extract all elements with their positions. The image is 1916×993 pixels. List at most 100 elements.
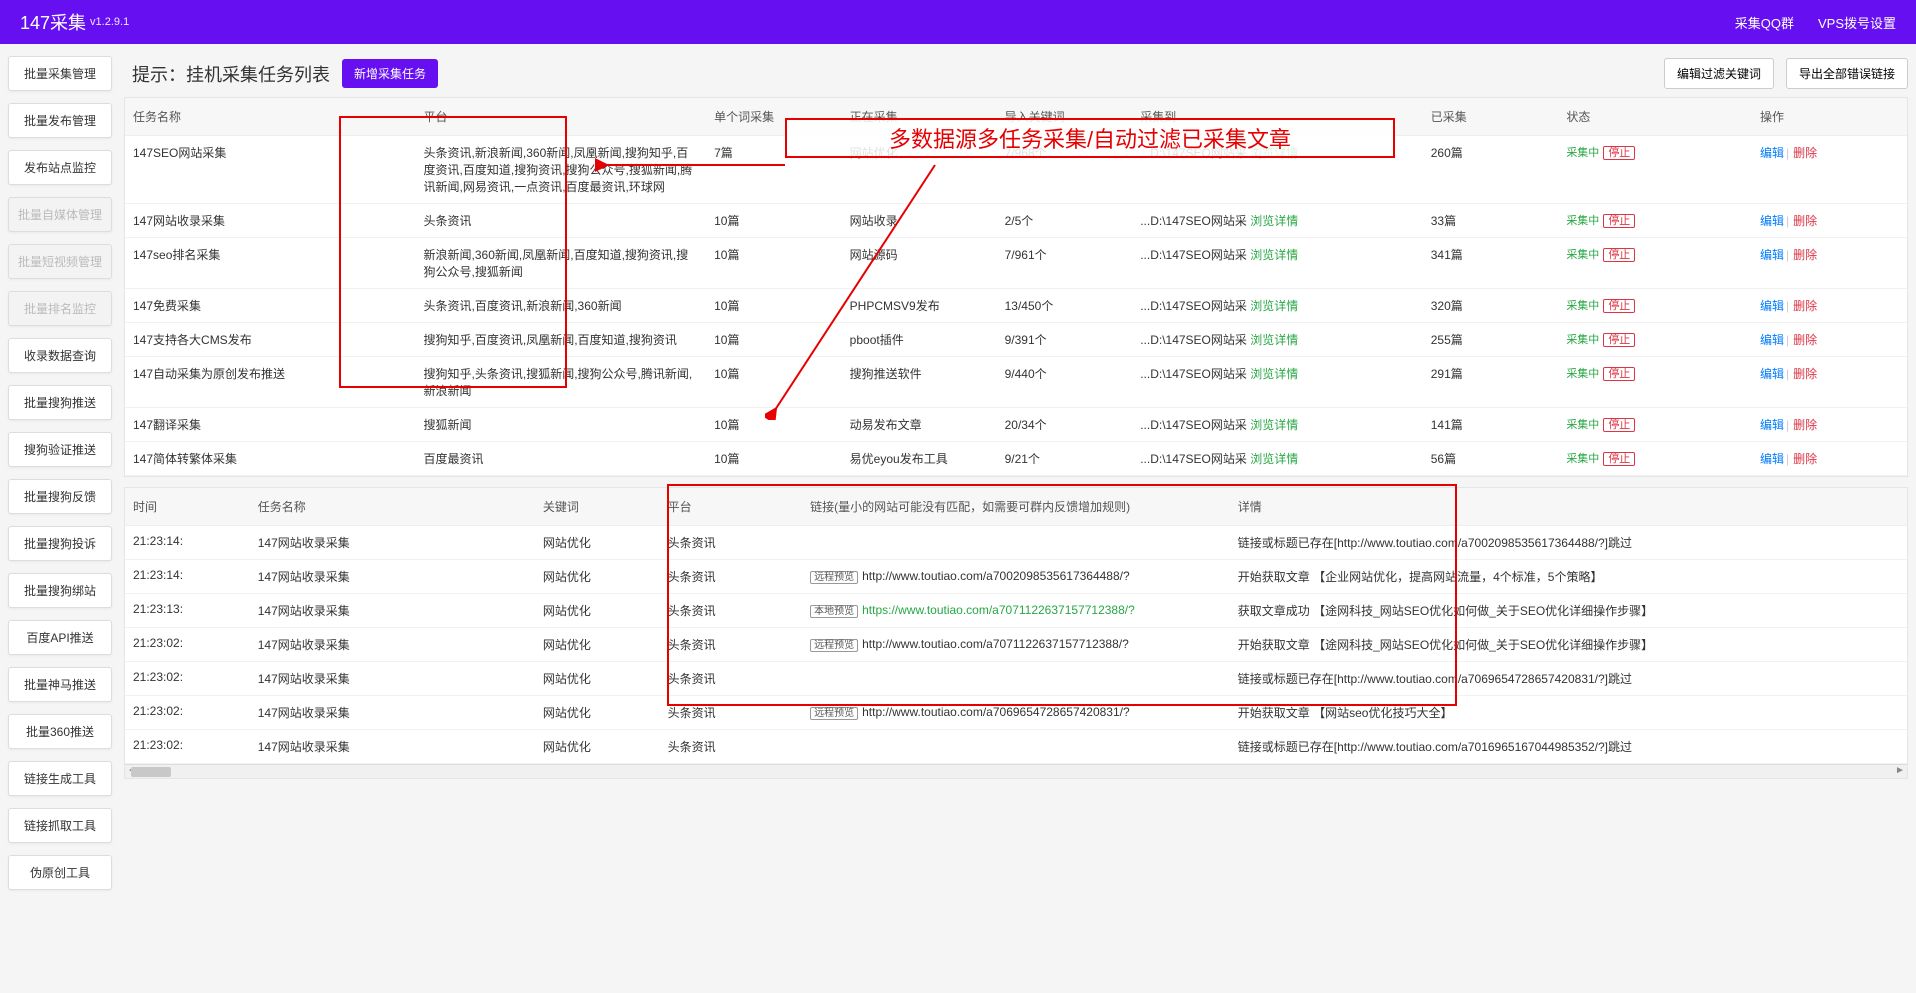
- delete-link[interactable]: 删除: [1793, 452, 1817, 466]
- preview-badge[interactable]: 本地预览: [810, 605, 858, 618]
- stop-button[interactable]: 停止: [1603, 418, 1635, 432]
- log-horizontal-scrollbar[interactable]: ◄ ►: [125, 764, 1907, 778]
- sidebar-item-1[interactable]: 批量发布管理: [8, 103, 112, 138]
- cell-keyword: 网站优化: [535, 696, 660, 730]
- cell-op: 编辑|删除: [1752, 323, 1907, 357]
- cell-keywords: 20/34个: [997, 408, 1133, 442]
- stop-button[interactable]: 停止: [1603, 333, 1635, 347]
- top-link-qq[interactable]: 采集QQ群: [1735, 13, 1794, 32]
- edit-link[interactable]: 编辑: [1760, 333, 1784, 347]
- cell-keywords: 9/391个: [997, 323, 1133, 357]
- log-url[interactable]: http://www.toutiao.com/a7002098535617364…: [862, 569, 1130, 583]
- add-task-button[interactable]: 新增采集任务: [342, 59, 438, 88]
- sidebar-item-6[interactable]: 收录数据查询: [8, 338, 112, 373]
- sidebar-item-0[interactable]: 批量采集管理: [8, 56, 112, 91]
- sidebar-item-8[interactable]: 搜狗验证推送: [8, 432, 112, 467]
- task-row: 147网站收录采集头条资讯10篇网站收录2/5个...D:\147SEO网站采 …: [125, 204, 1907, 238]
- cell-task: 147网站收录采集: [250, 594, 535, 628]
- browse-detail-link[interactable]: 浏览详情: [1250, 333, 1298, 347]
- cell-single: 10篇: [706, 204, 842, 238]
- sidebar-item-7[interactable]: 批量搜狗推送: [8, 385, 112, 420]
- task-row: 147支持各大CMS发布搜狗知乎,百度资讯,凤凰新闻,百度知道,搜狗资讯10篇p…: [125, 323, 1907, 357]
- edit-link[interactable]: 编辑: [1760, 452, 1784, 466]
- cell-op: 编辑|删除: [1752, 442, 1907, 476]
- preview-badge[interactable]: 远程预览: [810, 707, 858, 720]
- sidebar-item-15[interactable]: 链接生成工具: [8, 761, 112, 796]
- log-url[interactable]: http://www.toutiao.com/a7069654728657420…: [862, 705, 1130, 719]
- cell-running: 网站源码: [842, 238, 997, 289]
- stop-button[interactable]: 停止: [1603, 146, 1635, 160]
- scroll-right-icon[interactable]: ►: [1893, 765, 1907, 779]
- preview-badge[interactable]: 远程预览: [810, 571, 858, 584]
- cell-status: 采集中停止: [1558, 442, 1752, 476]
- th-status: 状态: [1558, 98, 1752, 136]
- stop-button[interactable]: 停止: [1603, 367, 1635, 381]
- preview-badge[interactable]: 远程预览: [810, 639, 858, 652]
- cell-platform: 头条资讯: [660, 696, 803, 730]
- sidebar-item-12[interactable]: 百度API推送: [8, 620, 112, 655]
- page-title: 提示：挂机采集任务列表: [132, 61, 330, 87]
- cell-collectto: ...D:\147SEO网站采 浏览详情: [1132, 442, 1423, 476]
- sidebar-item-14[interactable]: 批量360推送: [8, 714, 112, 749]
- cell-keyword: 网站优化: [535, 594, 660, 628]
- edit-filter-button[interactable]: 编辑过滤关键词: [1664, 58, 1774, 89]
- cell-op: 编辑|删除: [1752, 408, 1907, 442]
- sidebar-item-16[interactable]: 链接抓取工具: [8, 808, 112, 843]
- log-url[interactable]: https://www.toutiao.com/a707112263715771…: [862, 603, 1135, 617]
- sidebar-item-17[interactable]: 伪原创工具: [8, 855, 112, 890]
- edit-link[interactable]: 编辑: [1760, 214, 1784, 228]
- delete-link[interactable]: 删除: [1793, 146, 1817, 160]
- edit-link[interactable]: 编辑: [1760, 418, 1784, 432]
- cell-link: 远程预览 http://www.toutiao.com/a707112263715…: [802, 628, 1230, 662]
- edit-link[interactable]: 编辑: [1760, 367, 1784, 381]
- th-single: 单个词采集: [706, 98, 842, 136]
- edit-link[interactable]: 编辑: [1760, 146, 1784, 160]
- cell-detail: 链接或标题已存在[http://www.toutiao.com/a7002098…: [1230, 526, 1907, 560]
- log-url[interactable]: http://www.toutiao.com/a7071122637157712…: [862, 637, 1129, 651]
- sidebar-item-9[interactable]: 批量搜狗反馈: [8, 479, 112, 514]
- status-tag: 采集中: [1566, 368, 1599, 380]
- sidebar-item-4: 批量短视频管理: [8, 244, 112, 279]
- delete-link[interactable]: 删除: [1793, 418, 1817, 432]
- browse-detail-link[interactable]: 浏览详情: [1250, 248, 1298, 262]
- status-tag: 采集中: [1566, 419, 1599, 431]
- sidebar-item-10[interactable]: 批量搜狗投诉: [8, 526, 112, 561]
- stop-button[interactable]: 停止: [1603, 452, 1635, 466]
- scroll-thumb[interactable]: [131, 767, 171, 777]
- cell-detail: 开始获取文章 【网站seo优化技巧大全】: [1230, 696, 1907, 730]
- cell-status: 采集中停止: [1558, 408, 1752, 442]
- cell-running: 易优eyou发布工具: [842, 442, 997, 476]
- delete-link[interactable]: 删除: [1793, 333, 1817, 347]
- edit-link[interactable]: 编辑: [1760, 248, 1784, 262]
- export-error-button[interactable]: 导出全部错误链接: [1786, 58, 1908, 89]
- task-row: 147免费采集头条资讯,百度资讯,新浪新闻,360新闻10篇PHPCMSV9发布…: [125, 289, 1907, 323]
- sidebar-item-13[interactable]: 批量神马推送: [8, 667, 112, 702]
- browse-detail-link[interactable]: 浏览详情: [1250, 214, 1298, 228]
- cell-keywords: 9/21个: [997, 442, 1133, 476]
- cell-platform: 搜狗知乎,头条资讯,搜狐新闻,搜狗公众号,腾讯新闻,新浪新闻: [416, 357, 707, 408]
- cell-platform: 头条资讯,新浪新闻,360新闻,凤凰新闻,搜狗知乎,百度资讯,百度知道,搜狗资讯…: [416, 136, 707, 204]
- stop-button[interactable]: 停止: [1603, 299, 1635, 313]
- delete-link[interactable]: 删除: [1793, 367, 1817, 381]
- browse-detail-link[interactable]: 浏览详情: [1250, 452, 1298, 466]
- delete-link[interactable]: 删除: [1793, 214, 1817, 228]
- cell-status: 采集中停止: [1558, 323, 1752, 357]
- cell-name: 147自动采集为原创发布推送: [125, 357, 416, 408]
- th-link: 链接(量小的网站可能没有匹配，如需要可群内反馈增加规则): [802, 488, 1230, 526]
- delete-link[interactable]: 删除: [1793, 248, 1817, 262]
- delete-link[interactable]: 删除: [1793, 299, 1817, 313]
- cell-collectto: ...D:\147SEO网站采 浏览详情: [1132, 323, 1423, 357]
- top-link-vps[interactable]: VPS拨号设置: [1818, 13, 1896, 32]
- cell-keyword: 网站优化: [535, 526, 660, 560]
- sidebar-item-2[interactable]: 发布站点监控: [8, 150, 112, 185]
- cell-platform: 百度最资讯: [416, 442, 707, 476]
- cell-single: 10篇: [706, 289, 842, 323]
- sidebar-item-11[interactable]: 批量搜狗绑站: [8, 573, 112, 608]
- browse-detail-link[interactable]: 浏览详情: [1250, 367, 1298, 381]
- stop-button[interactable]: 停止: [1603, 248, 1635, 262]
- browse-detail-link[interactable]: 浏览详情: [1250, 299, 1298, 313]
- stop-button[interactable]: 停止: [1603, 214, 1635, 228]
- browse-detail-link[interactable]: 浏览详情: [1250, 418, 1298, 432]
- edit-link[interactable]: 编辑: [1760, 299, 1784, 313]
- browse-detail-link[interactable]: 浏览详情: [1250, 146, 1298, 160]
